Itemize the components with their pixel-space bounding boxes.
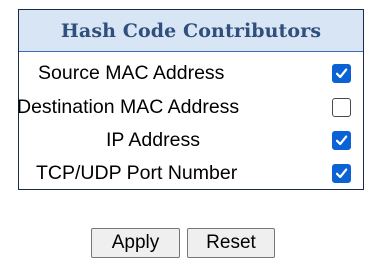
reset-button[interactable]: Reset: [187, 228, 275, 258]
row-source-mac: Source MAC Address: [19, 56, 363, 90]
source-mac-label: Source MAC Address: [38, 62, 225, 84]
apply-button[interactable]: Apply: [91, 228, 180, 258]
destination-mac-label: Destination MAC Address: [17, 96, 240, 118]
checkmark-icon: [335, 168, 348, 179]
source-mac-checkbox[interactable]: [332, 64, 351, 83]
checkmark-icon: [335, 135, 348, 146]
checkmark-icon: [335, 68, 348, 79]
panel-title: Hash Code Contributors: [19, 10, 363, 52]
ip-address-label: IP Address: [106, 129, 200, 151]
row-destination-mac: Destination MAC Address: [17, 90, 363, 124]
ip-address-checkbox[interactable]: [332, 131, 351, 150]
destination-mac-checkbox[interactable]: [332, 98, 351, 117]
tcp-udp-port-checkbox[interactable]: [332, 164, 351, 183]
hash-code-contributors-panel: Hash Code Contributors Source MAC Addres…: [17, 9, 364, 190]
row-tcp-udp-port: TCP/UDP Port Number: [19, 156, 363, 190]
row-ip-address: IP Address: [19, 123, 363, 157]
tcp-udp-port-label: TCP/UDP Port Number: [36, 162, 238, 184]
